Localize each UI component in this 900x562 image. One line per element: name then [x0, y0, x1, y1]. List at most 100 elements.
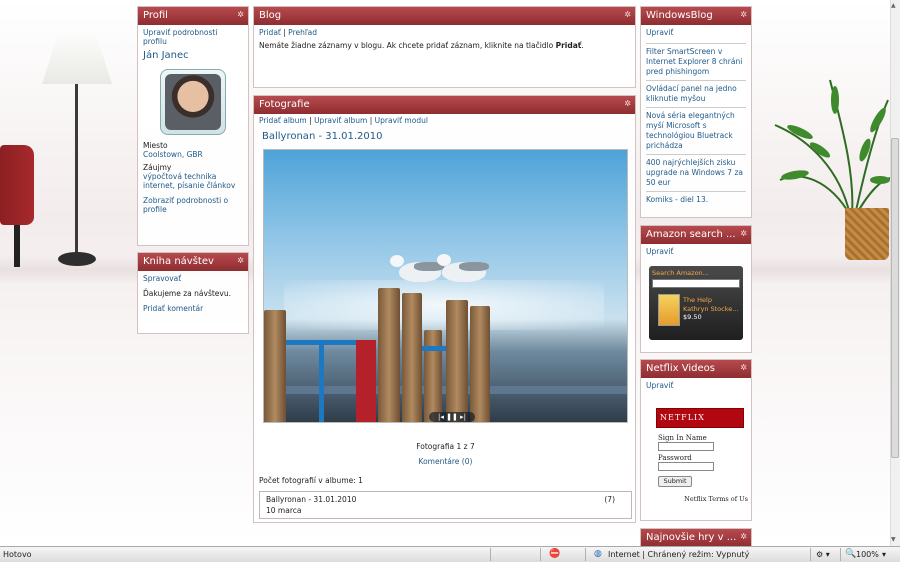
guestbook-thanks: Ďakujeme za návštevu. — [143, 289, 231, 298]
profile-panel-title: Profil — [143, 10, 168, 21]
photo-gull-head — [390, 255, 404, 267]
city-value[interactable]: Coolstown, GBR — [143, 150, 243, 159]
windowsblog-item[interactable]: 400 najrýchlejších zisku upgrade na Wind… — [646, 154, 746, 191]
newest-games-panel: Najnovšie hry v ... ✲ — [640, 528, 752, 548]
photos-panel-title: Fotografie — [259, 99, 310, 110]
netflix-panel-header: Netflix Videos ✲ — [641, 360, 751, 378]
zoom-level[interactable]: 100% — [856, 550, 879, 559]
blog-message-bold: Pridať — [555, 41, 582, 50]
scrollbar-thumb[interactable] — [891, 138, 899, 458]
gear-icon[interactable]: ✲ — [237, 10, 244, 19]
gear-icon[interactable]: ✲ — [740, 363, 747, 372]
photo-post — [264, 310, 286, 422]
add-album-link[interactable]: Pridať album — [259, 116, 307, 125]
password-input[interactable] — [658, 462, 714, 471]
guestbook-panel: Kniha návštev ✲ Spravovať Ďakujeme za ná… — [137, 252, 249, 334]
protected-mode-warning-icon[interactable]: ⛔ — [549, 549, 560, 559]
sign-in-label: Sign In Name — [658, 434, 707, 442]
windowsblog-item[interactable]: Ovládací panel na jedno kliknutie myšou — [646, 80, 746, 107]
amazon-widget: Search Amazon... The Help Kathryn Stocke… — [649, 266, 743, 340]
windowsblog-item[interactable]: Filter SmartScreen v Internet Explorer 8… — [646, 43, 746, 80]
scroll-down-arrow-icon[interactable]: ▼ — [891, 536, 896, 543]
netflix-terms-link[interactable]: Netflix Terms of Us — [644, 495, 748, 503]
edit-album-link[interactable]: Upraviť album — [314, 116, 367, 125]
gear-icon[interactable]: ✲ — [237, 256, 244, 265]
sign-in-input[interactable] — [658, 442, 714, 451]
album-title[interactable]: Ballyronan - 31.01.2010 — [262, 131, 630, 142]
security-zone-text[interactable]: Internet | Chránený režim: Vypnutý — [608, 550, 749, 559]
lamp-pole-decoration — [75, 84, 78, 254]
submit-button[interactable]: Submit — [658, 476, 692, 487]
status-separator — [810, 548, 811, 561]
guestbook-manage-link[interactable]: Spravovať — [143, 274, 243, 283]
photo-post — [446, 300, 468, 422]
gear-icon[interactable]: ✲ — [624, 99, 631, 108]
netflix-logo: NETFLIX — [656, 408, 744, 428]
gear-icon[interactable]: ✲ — [624, 10, 631, 19]
amazon-panel: Amazon search ... ✲ Upraviť Search Amazo… — [640, 225, 752, 353]
profile-name[interactable]: Ján Janec — [143, 50, 243, 61]
album-list-item[interactable]: Ballyronan - 31.01.2010 (7) 10 marca — [259, 491, 632, 519]
amazon-search-input[interactable] — [652, 279, 740, 288]
armchair-leg-decoration — [14, 225, 20, 267]
windowsblog-panel: WindowsBlog ✲ Upraviť Filter SmartScreen… — [640, 6, 752, 218]
status-separator — [540, 548, 541, 561]
status-bar: Hotovo ⛔ ◍ Internet | Chránený režim: Vy… — [0, 546, 900, 562]
album-photo[interactable]: |◂ ❚❚ ▸| — [263, 149, 628, 423]
netflix-panel: Netflix Videos ✲ Upraviť NETFLIX Sign In… — [640, 359, 752, 521]
avatar[interactable] — [165, 74, 221, 130]
blog-message-text: Nemáte žiadne záznamy v blogu. Ak chcete… — [259, 41, 556, 50]
blog-panel-title: Blog — [259, 10, 282, 21]
photo-gull-wing — [459, 262, 489, 271]
gear-icon[interactable]: ✲ — [740, 10, 747, 19]
scroll-up-arrow-icon[interactable]: ▲ — [891, 2, 896, 9]
album-item-title[interactable]: Ballyronan - 31.01.2010 — [266, 495, 356, 504]
amazon-search-label: Search Amazon... — [652, 269, 709, 277]
add-comment-link[interactable]: Pridať komentár — [143, 304, 243, 313]
edit-profile-link[interactable]: Upraviť podrobnosti profilu — [143, 28, 243, 46]
blog-empty-message: Nemáte žiadne záznamy v blogu. Ak chcete… — [259, 41, 630, 50]
gear-icon[interactable]: ✲ — [740, 532, 747, 541]
windowsblog-edit-link[interactable]: Upraviť — [646, 28, 746, 37]
photo-cloud — [284, 280, 604, 330]
amazon-edit-link[interactable]: Upraviť — [646, 247, 746, 256]
zoom-icon[interactable]: 🔍 — [845, 549, 856, 559]
blog-message-suffix: . — [581, 41, 584, 50]
city-label: Miesto — [143, 141, 168, 150]
book-cover-image[interactable] — [658, 294, 680, 326]
status-separator — [585, 548, 586, 561]
comments-link[interactable]: Komentáre (0) — [254, 457, 637, 466]
album-item-count: (7) — [604, 495, 615, 504]
edit-module-link[interactable]: Upraviť modul — [375, 116, 428, 125]
blog-panel: Blog ✲ Pridať | Prehľad Nemáte žiadne zá… — [253, 6, 636, 88]
blog-overview-link[interactable]: Prehľad — [288, 28, 317, 37]
gear-icon[interactable]: ✲ — [740, 229, 747, 238]
profile-details-link[interactable]: Zobraziť podrobnosti o profile — [143, 196, 243, 214]
slideshow-controls[interactable]: |◂ ❚❚ ▸| — [429, 412, 475, 422]
newest-games-panel-header: Najnovšie hry v ... ✲ — [641, 529, 751, 547]
windowsblog-item[interactable]: Komiks - diel 13. — [646, 191, 746, 208]
globe-icon: ◍ — [594, 549, 602, 559]
photo-post — [470, 306, 490, 422]
zoom-dropdown-icon[interactable]: ▾ — [882, 550, 886, 559]
plant-pot-decoration — [845, 208, 889, 260]
photo-gull-head — [437, 254, 451, 266]
profile-panel-header: Profil ✲ — [138, 7, 248, 25]
amazon-panel-title: Amazon search ... — [646, 229, 736, 240]
armchair-decoration — [0, 145, 34, 225]
status-text: Hotovo — [3, 550, 32, 559]
netflix-edit-link[interactable]: Upraviť — [644, 381, 748, 390]
password-label: Password — [658, 454, 692, 462]
status-separator — [490, 548, 491, 561]
album-photo-count: Počet fotografií v albume: 1 — [259, 476, 363, 485]
amazon-panel-header: Amazon search ... ✲ — [641, 226, 751, 244]
photo-red-post — [356, 340, 376, 422]
photo-rail — [319, 345, 324, 422]
guestbook-panel-title: Kniha návštev — [143, 256, 214, 267]
photo-post — [402, 293, 422, 422]
status-tools-icon[interactable]: ⚙ ▾ — [816, 550, 830, 559]
photos-panel: Fotografie ✲ Pridať album | Upraviť albu… — [253, 95, 636, 523]
blog-add-link[interactable]: Pridať — [259, 28, 281, 37]
windowsblog-item[interactable]: Nová séria elegantných myší Microsoft s … — [646, 107, 746, 154]
interests-value[interactable]: výpočtová technika internet, písanie člá… — [143, 172, 243, 190]
